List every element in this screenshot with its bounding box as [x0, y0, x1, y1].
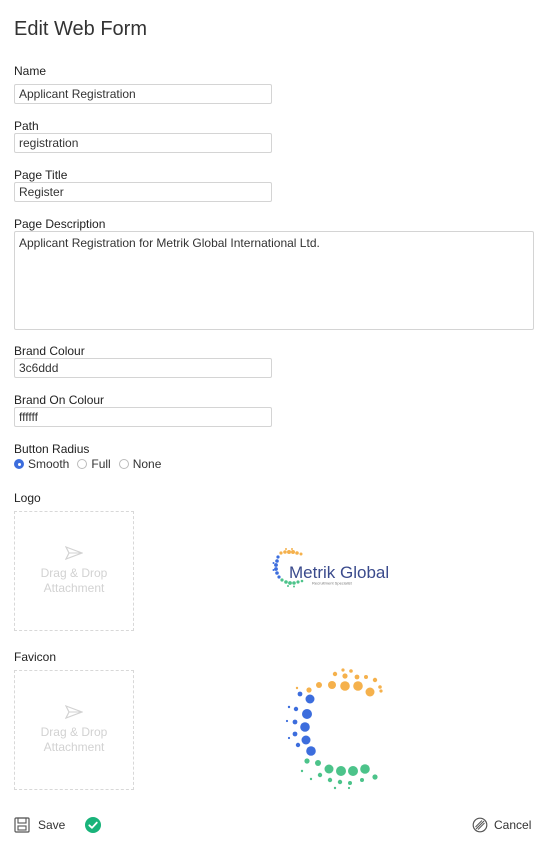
brand-on-colour-label: Brand On Colour	[14, 393, 105, 407]
brand-on-colour-field[interactable]	[14, 407, 272, 427]
page-description-field[interactable]: Applicant Registration for Metrik Global…	[14, 231, 534, 330]
cancel-icon	[472, 817, 488, 833]
path-field[interactable]	[14, 133, 272, 153]
logo-dropzone-line1: Drag & Drop	[40, 566, 108, 580]
logo-preview-image: Metrik Global Recruitment Specialist	[272, 548, 389, 588]
name-field[interactable]	[14, 84, 272, 104]
button-radius-label: Button Radius	[14, 442, 90, 456]
favicon-dropzone-line2: Attachment	[43, 740, 105, 754]
radio-full-label: Full	[91, 457, 111, 471]
favicon-dropzone[interactable]: Drag & Drop Attachment	[14, 670, 134, 790]
logo-preview-text: Metrik Global	[289, 563, 389, 582]
cancel-button[interactable]: Cancel	[472, 817, 531, 833]
brand-colour-field[interactable]	[14, 358, 272, 378]
path-label: Path	[14, 119, 39, 133]
favicon-dropzone-line1: Drag & Drop	[40, 725, 108, 739]
logo-dropzone[interactable]: Drag & Drop Attachment	[14, 511, 134, 631]
save-button[interactable]: Save	[14, 817, 102, 833]
save-button-label: Save	[38, 818, 66, 832]
radio-unchecked-icon[interactable]	[118, 459, 129, 469]
save-icon	[14, 817, 30, 833]
radio-unchecked-icon[interactable]	[77, 459, 88, 469]
logo-label: Logo	[14, 491, 41, 505]
page-description-label: Page Description	[14, 217, 106, 231]
button-radius-options: Smooth Full None	[14, 457, 163, 471]
radio-smooth[interactable]: Smooth	[14, 457, 69, 471]
favicon-mark-icon	[285, 668, 383, 790]
page-title-label: Page Title	[14, 168, 68, 182]
radio-full[interactable]: Full	[77, 457, 111, 471]
radio-none[interactable]: None	[118, 457, 162, 471]
cancel-button-label: Cancel	[494, 818, 532, 832]
paper-plane-icon	[65, 546, 83, 560]
radio-smooth-label: Smooth	[28, 457, 70, 471]
page-title-field[interactable]	[14, 182, 272, 202]
favicon-preview-image	[285, 668, 383, 790]
name-label: Name	[14, 64, 47, 78]
check-circle-icon	[85, 817, 102, 833]
radio-checked-icon[interactable]	[14, 459, 24, 469]
logo-preview-tagline: Recruitment Specialist	[312, 581, 353, 586]
page-title: Edit Web Form	[14, 18, 147, 40]
brand-colour-label: Brand Colour	[14, 344, 85, 358]
radio-none-label: None	[132, 457, 162, 471]
favicon-label: Favicon	[14, 650, 57, 664]
paper-plane-icon	[65, 705, 83, 719]
logo-dropzone-line2: Attachment	[43, 581, 105, 595]
